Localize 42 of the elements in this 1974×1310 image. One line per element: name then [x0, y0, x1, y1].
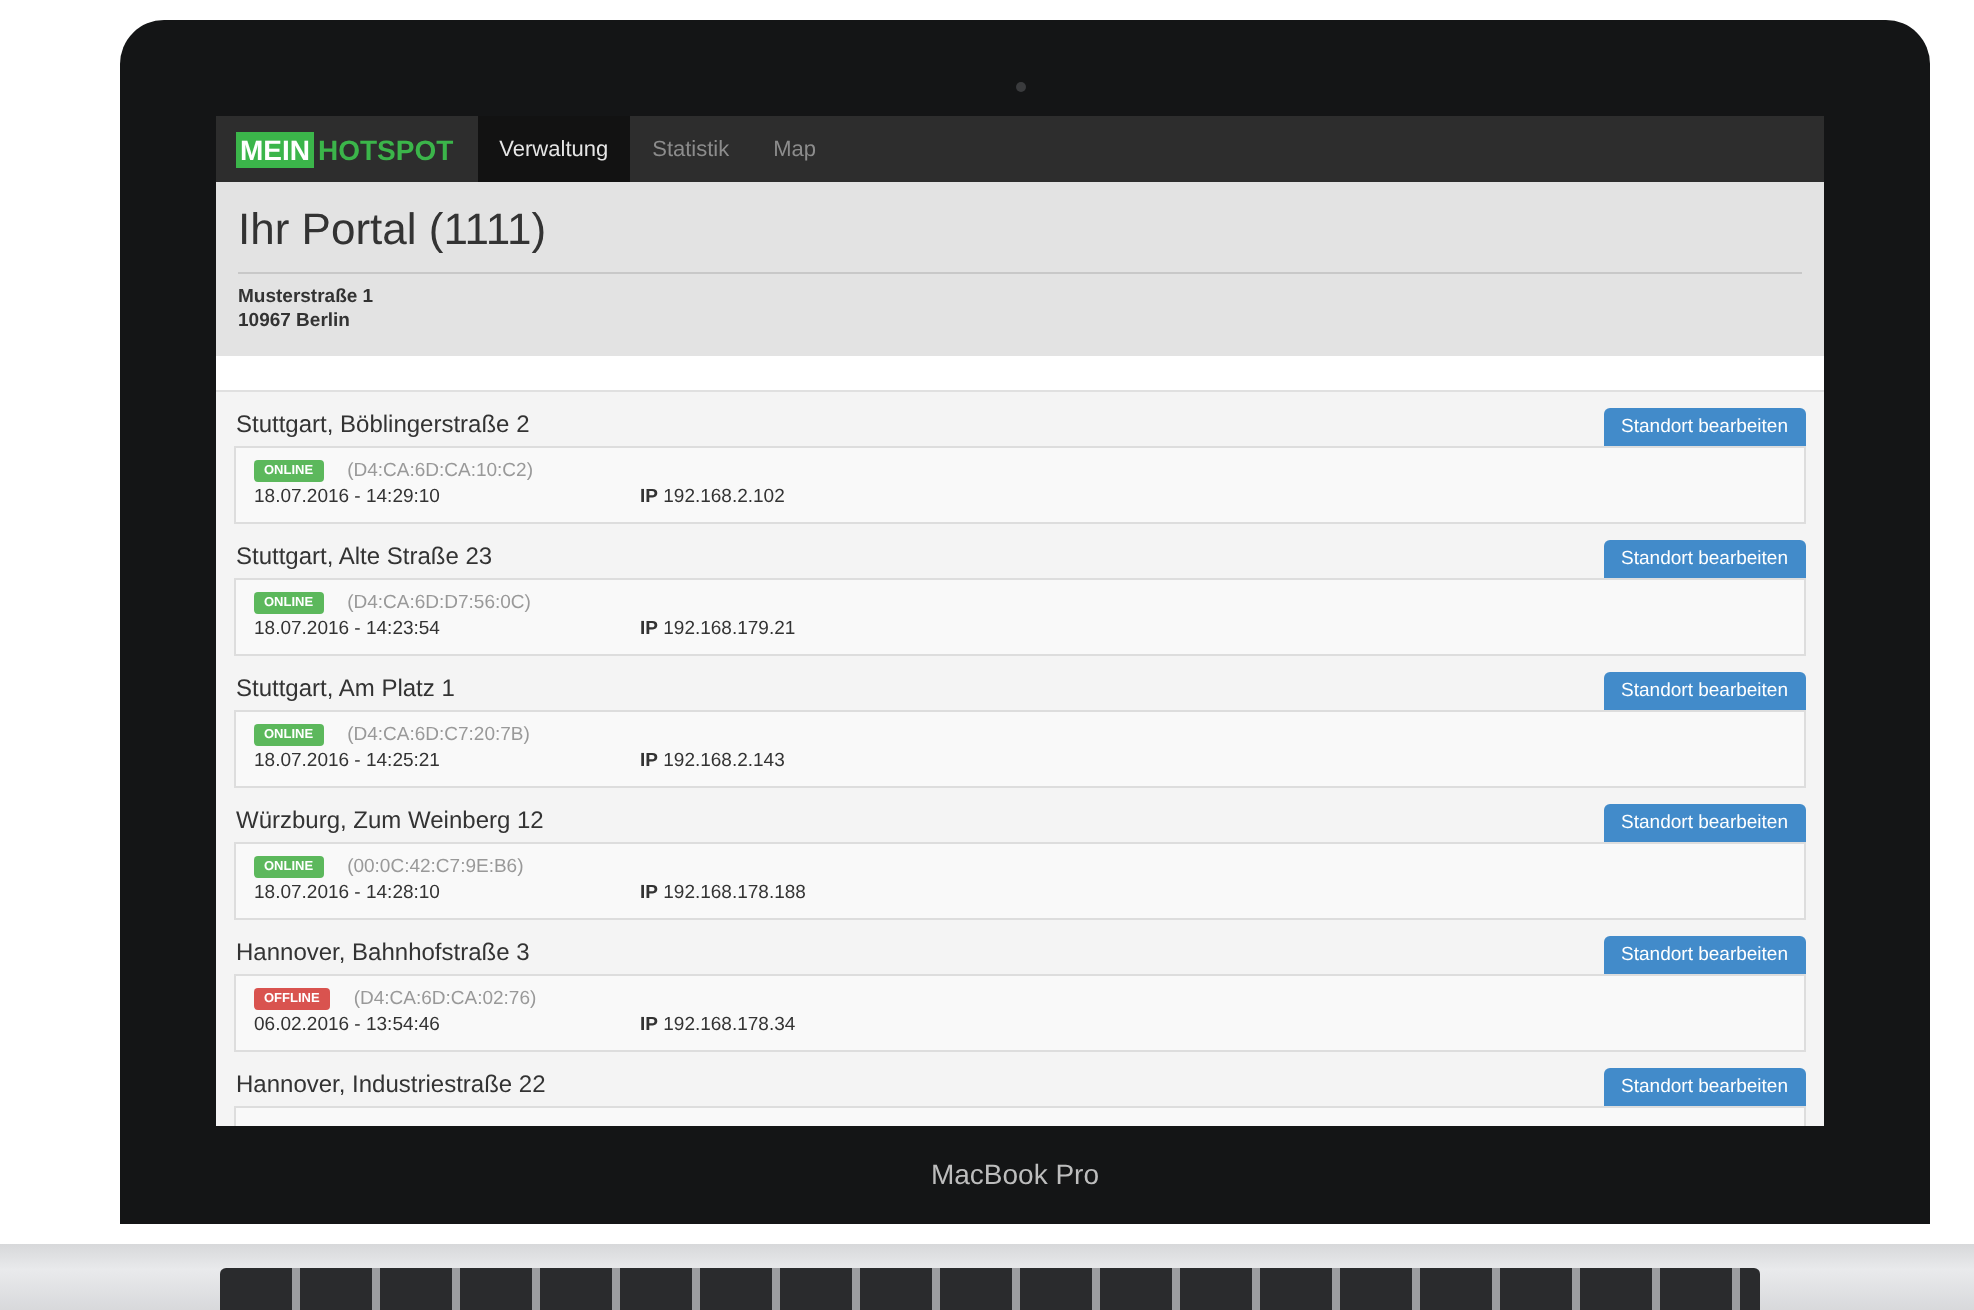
- mac-address: (00:0C:42:C7:9E:B6): [347, 855, 524, 877]
- street-address: Musterstraße 1: [238, 286, 376, 310]
- location-name: Stuttgart, Alte Straße 23: [234, 542, 493, 574]
- timestamp: 18.07.2016 - 14:25:21: [254, 750, 442, 772]
- mac-address: (D4:CA:6D:CA:10:C2): [347, 459, 533, 481]
- ip-label: IP: [640, 618, 658, 640]
- portal-title: Ihr Portal (1111): [238, 204, 1802, 274]
- timestamp: 18.07.2016 - 14:29:10: [254, 486, 442, 508]
- mac-address: (D4:CA:6D:CA:02:76): [353, 987, 537, 1009]
- location-name: Würzburg, Zum Weinberg 12: [234, 806, 544, 838]
- location-name: Stuttgart, Am Platz 1: [234, 674, 455, 706]
- ip-address: 192.168.2.143: [663, 750, 785, 772]
- brand-logo: MEIN: [236, 131, 314, 167]
- edit-location-button[interactable]: Standort bearbeiten: [1603, 408, 1806, 446]
- city-address: 10967 Berlin: [238, 310, 352, 334]
- ip-address: 192.168.2.102: [663, 486, 785, 508]
- nav-tab[interactable]: Map: [751, 116, 839, 182]
- timestamp: 18.07.2016 - 14:28:10: [254, 882, 442, 904]
- ip-address: 192.168.178.34: [663, 1014, 796, 1036]
- edit-location-button[interactable]: Standort bearbeiten: [1603, 1068, 1806, 1106]
- mac-address: (D4:CA:6D:D7:56:0C): [347, 591, 531, 613]
- timestamp: 18.07.2016 - 14:23:54: [254, 618, 442, 640]
- device-label: MacBook Pro: [928, 1158, 1102, 1190]
- ip-label: IP: [640, 486, 658, 508]
- ip-address: 192.168.179.21: [663, 618, 796, 640]
- nav-tab[interactable]: Statistik: [630, 116, 752, 182]
- location-name: Hannover, Bahnhofstraße 3: [234, 938, 530, 970]
- location-name: Hannover, Industriestraße 22: [234, 1070, 546, 1102]
- edit-location-button[interactable]: Standort bearbeiten: [1603, 672, 1806, 710]
- camera-icon: [1016, 82, 1026, 92]
- brand-logo-text: HOTSPOT: [318, 133, 454, 165]
- location-name: Stuttgart, Böblingerstraße 2: [234, 410, 530, 442]
- ip-label: IP: [640, 882, 658, 904]
- ip-address: 192.168.178.188: [663, 882, 806, 904]
- ip-label: IP: [640, 1014, 658, 1036]
- ip-label: IP: [640, 750, 658, 772]
- nav-tab[interactable]: Verwaltung: [477, 116, 631, 182]
- mac-address: (D4:CA:6D:C7:20:7B): [347, 723, 530, 745]
- timestamp: 06.02.2016 - 13:54:46: [254, 1014, 442, 1036]
- edit-location-button[interactable]: Standort bearbeiten: [1603, 540, 1806, 578]
- edit-location-button[interactable]: Standort bearbeiten: [1603, 936, 1806, 974]
- edit-location-button[interactable]: Standort bearbeiten: [1603, 804, 1806, 842]
